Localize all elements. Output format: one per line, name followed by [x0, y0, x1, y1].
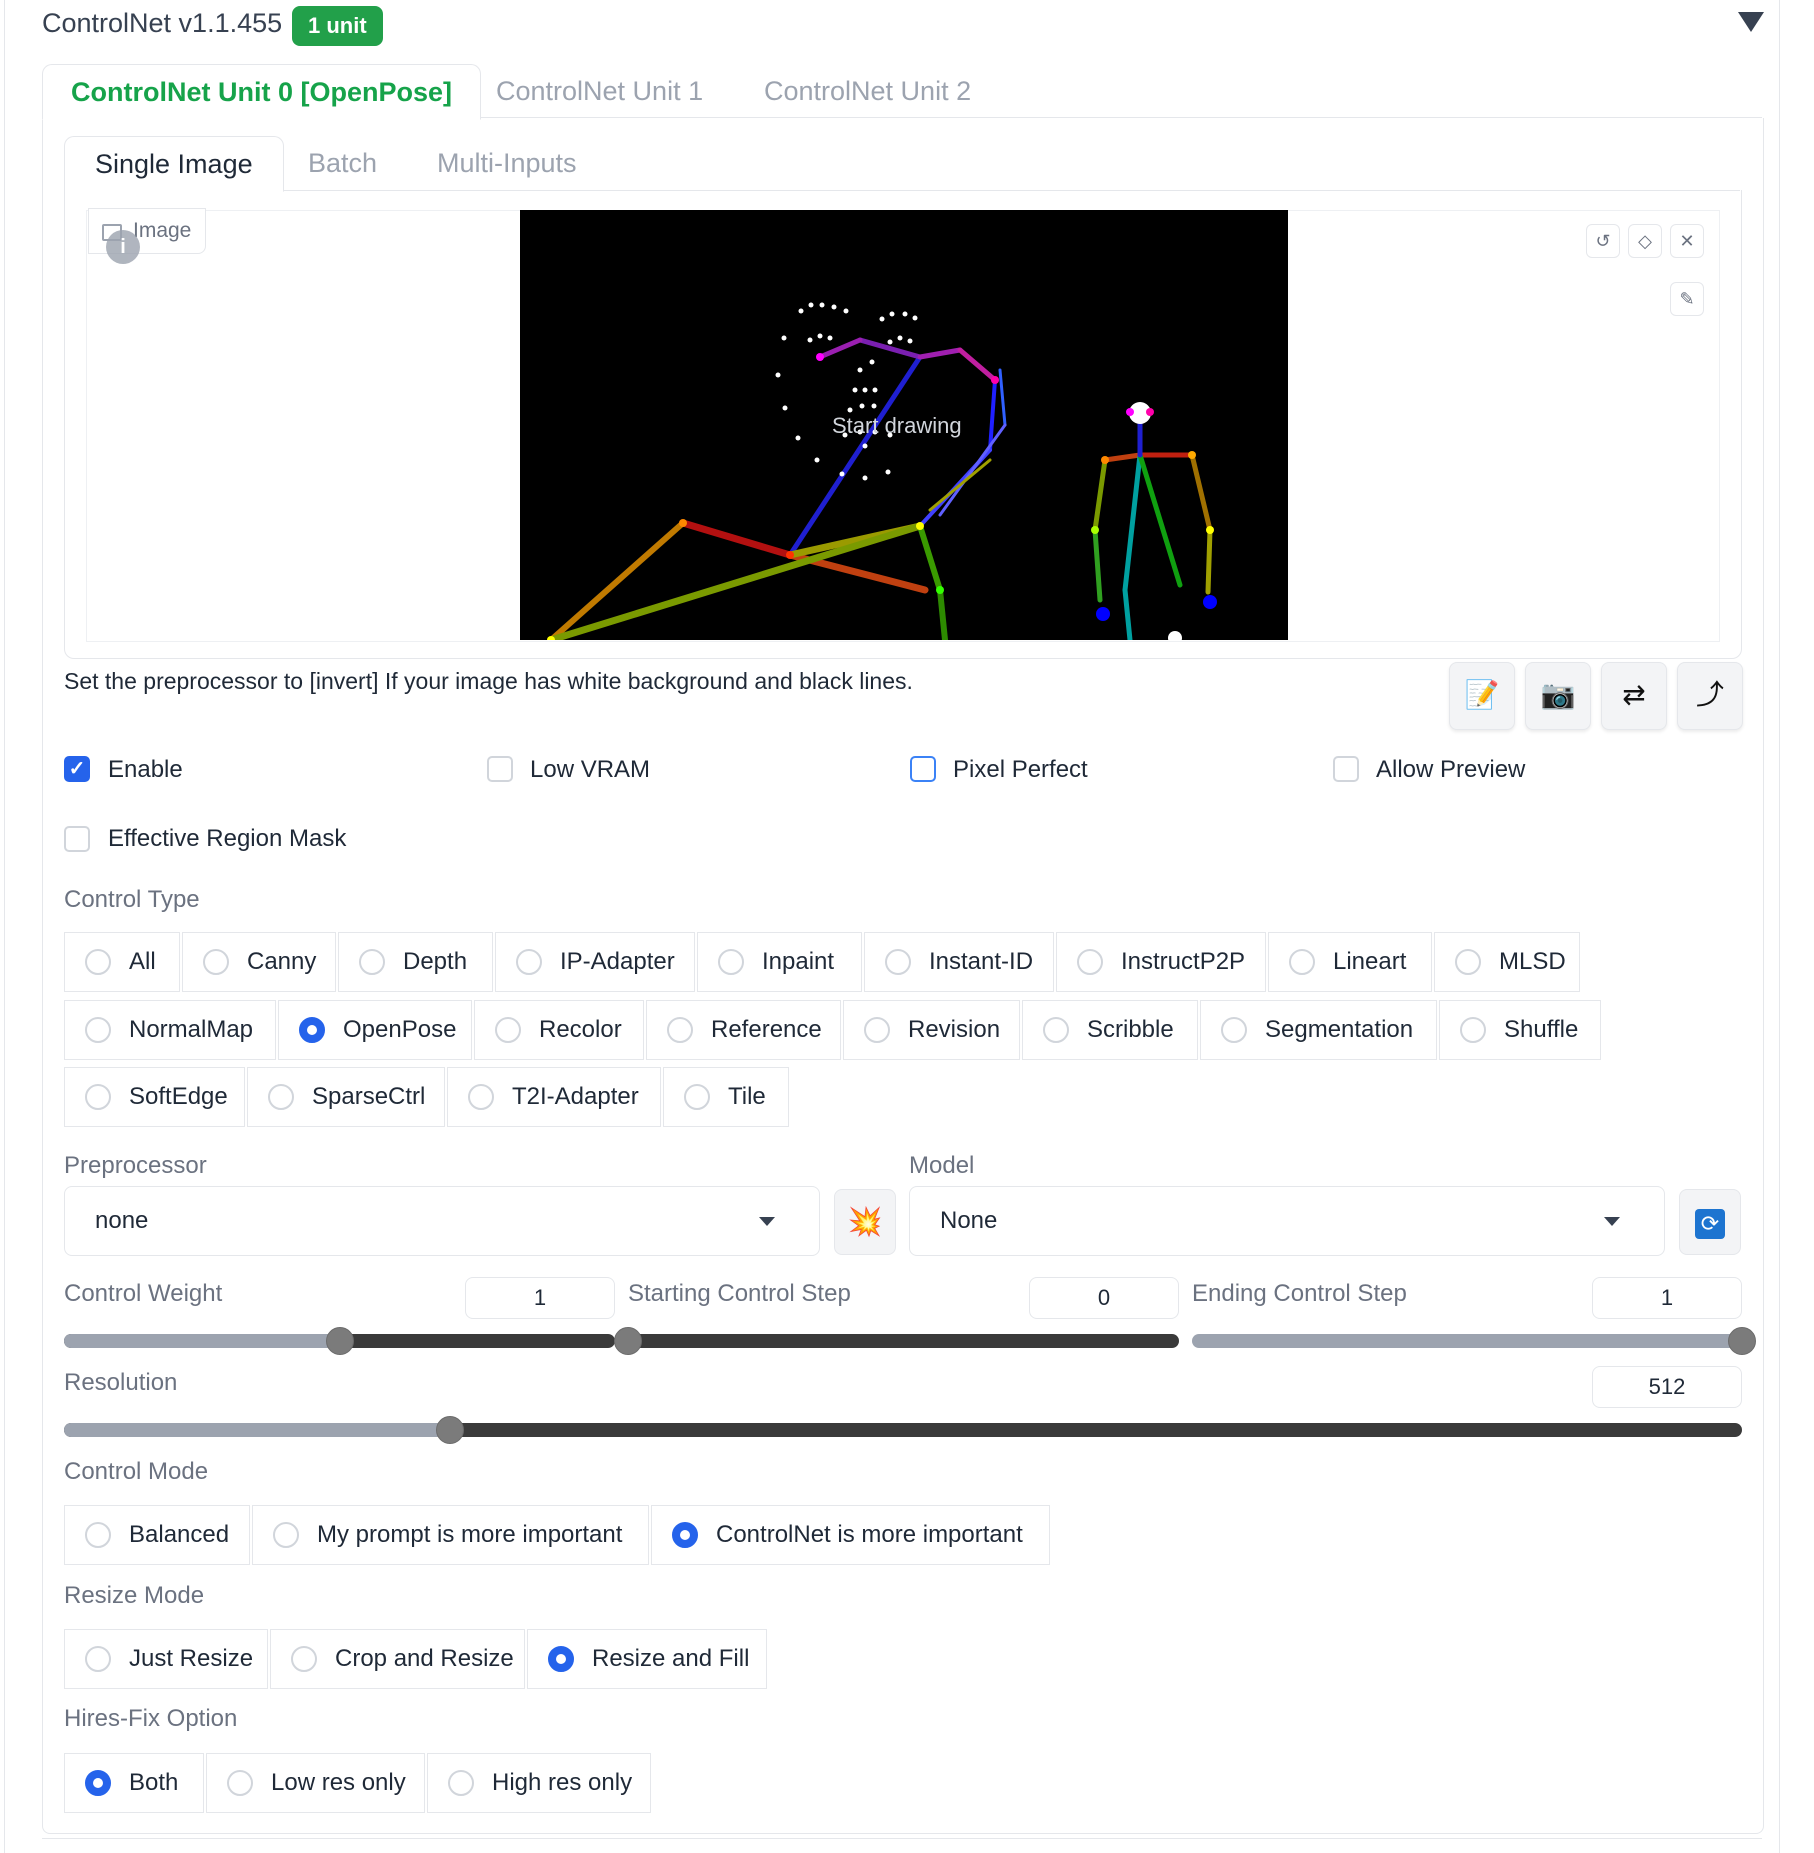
control-type-softedge[interactable]: SoftEdge	[64, 1067, 245, 1127]
tab-single-image[interactable]: Single Image	[64, 136, 284, 192]
control-type-lineart[interactable]: Lineart	[1268, 932, 1432, 992]
tab-controlnet-unit-1[interactable]: ControlNet Unit 1	[468, 64, 731, 118]
effective-region-mask-label: Effective Region Mask	[108, 825, 347, 852]
pixel-perfect-checkbox[interactable]	[910, 756, 936, 782]
collapse-arrow-icon[interactable]	[1738, 12, 1764, 32]
model-value: None	[940, 1207, 998, 1234]
control-type-label: Control Type	[64, 886, 200, 913]
control-type-instant-id[interactable]: Instant-ID	[864, 932, 1054, 992]
control-type-scribble[interactable]: Scribble	[1022, 1000, 1198, 1060]
starting-step-input[interactable]: 0	[1029, 1277, 1179, 1319]
send-dimensions-icon[interactable]: ⤴	[1677, 662, 1743, 730]
starting-step-slider[interactable]	[628, 1334, 1179, 1348]
info-icon[interactable]: i	[106, 230, 140, 264]
control-type-revision[interactable]: Revision	[843, 1000, 1020, 1060]
tab-batch[interactable]: Batch	[278, 136, 407, 190]
start-drawing-overlay: Start drawing	[832, 413, 962, 438]
refresh-models-icon[interactable]: ⟳	[1679, 1189, 1741, 1255]
accordion-title[interactable]: ControlNet v1.1.455	[42, 8, 282, 39]
tab-controlnet-unit-0[interactable]: ControlNet Unit 0 [OpenPose]	[42, 64, 482, 120]
allow-preview-checkbox[interactable]	[1333, 756, 1359, 782]
chevron-down-icon	[1604, 1217, 1620, 1226]
preprocessor-hint: Set the preprocessor to [invert] If your…	[64, 668, 913, 694]
ending-step-slider[interactable]	[1192, 1334, 1742, 1348]
control-mode-controlnet-important[interactable]: ControlNet is more important	[651, 1505, 1050, 1565]
preprocessor-value: none	[95, 1207, 149, 1234]
enable-checkbox[interactable]: ✓	[64, 756, 90, 782]
resolution-fill	[64, 1423, 450, 1437]
low-vram-label: Low VRAM	[530, 756, 651, 783]
hires-fix-label: Hires-Fix Option	[64, 1705, 238, 1732]
resolution-input[interactable]: 512	[1592, 1366, 1742, 1408]
resize-mode-label: Resize Mode	[64, 1582, 205, 1609]
resize-mode-resize-and-fill[interactable]: Resize and Fill	[527, 1629, 767, 1689]
control-type-inpaint[interactable]: Inpaint	[697, 932, 862, 992]
control-mode-balanced[interactable]: Balanced	[64, 1505, 250, 1565]
allow-preview-label: Allow Preview	[1376, 756, 1526, 783]
control-type-recolor[interactable]: Recolor	[474, 1000, 644, 1060]
undo-icon[interactable]: ↺	[1586, 224, 1620, 258]
control-type-all[interactable]: All	[64, 932, 180, 992]
resolution-thumb[interactable]	[436, 1416, 464, 1444]
chevron-down-icon	[759, 1217, 775, 1226]
hires-fix-both[interactable]: Both	[64, 1753, 204, 1813]
close-icon[interactable]: ✕	[1670, 224, 1704, 258]
control-type-shuffle[interactable]: Shuffle	[1439, 1000, 1601, 1060]
eraser-icon[interactable]: ◇	[1628, 224, 1662, 258]
ending-step-label: Ending Control Step	[1192, 1280, 1407, 1307]
control-type-canny[interactable]: Canny	[182, 932, 336, 992]
run-preprocessor-explosion-icon[interactable]: 💥	[834, 1189, 896, 1255]
model-dropdown[interactable]: None	[909, 1186, 1665, 1256]
control-type-tile[interactable]: Tile	[663, 1067, 789, 1127]
preprocessor-label: Preprocessor	[64, 1152, 207, 1179]
control-weight-thumb[interactable]	[326, 1327, 354, 1355]
pixel-perfect-label: Pixel Perfect	[953, 756, 1088, 783]
swap-icon[interactable]: ⇄	[1601, 662, 1667, 730]
control-type-openpose[interactable]: OpenPose	[278, 1000, 472, 1060]
control-type-sparsectrl[interactable]: SparseCtrl	[247, 1067, 445, 1127]
control-weight-input[interactable]: 1	[465, 1277, 615, 1319]
control-type-segmentation[interactable]: Segmentation	[1200, 1000, 1437, 1060]
preprocessor-dropdown[interactable]: none	[64, 1186, 820, 1256]
effective-region-mask-checkbox[interactable]	[64, 826, 90, 852]
control-type-depth[interactable]: Depth	[338, 932, 493, 992]
tab-multi-inputs[interactable]: Multi-Inputs	[407, 136, 607, 190]
model-label: Model	[909, 1152, 975, 1179]
ending-step-input[interactable]: 1	[1592, 1277, 1742, 1319]
control-type-ip-adapter[interactable]: IP-Adapter	[495, 932, 695, 992]
starting-step-label: Starting Control Step	[628, 1280, 851, 1307]
control-type-instructp2p[interactable]: InstructP2P	[1056, 932, 1266, 992]
control-mode-label: Control Mode	[64, 1458, 209, 1485]
resize-mode-just-resize[interactable]: Just Resize	[64, 1629, 268, 1689]
control-type-reference[interactable]: Reference	[646, 1000, 841, 1060]
control-mode-prompt-important[interactable]: My prompt is more important	[252, 1505, 649, 1565]
brush-icon[interactable]: ✎	[1670, 282, 1704, 316]
resolution-label: Resolution	[64, 1369, 178, 1396]
notepad-icon[interactable]: 📝	[1449, 662, 1515, 730]
control-type-t2i-adapter[interactable]: T2I-Adapter	[447, 1067, 661, 1127]
resize-mode-crop-and-resize[interactable]: Crop and Resize	[270, 1629, 525, 1689]
control-type-normalmap[interactable]: NormalMap	[64, 1000, 276, 1060]
tab-controlnet-unit-2[interactable]: ControlNet Unit 2	[736, 64, 999, 118]
control-weight-fill	[64, 1334, 340, 1348]
control-type-mlsd[interactable]: MLSD	[1434, 932, 1580, 992]
starting-step-thumb[interactable]	[614, 1327, 642, 1355]
enable-label: Enable	[108, 756, 183, 783]
control-weight-label: Control Weight	[64, 1280, 223, 1307]
hires-fix-low-res-only[interactable]: Low res only	[206, 1753, 425, 1813]
low-vram-checkbox[interactable]	[487, 756, 513, 782]
ending-step-thumb[interactable]	[1728, 1327, 1756, 1355]
panel-bottom-divider	[42, 1838, 1762, 1839]
unit-count-badge: 1 unit	[292, 6, 383, 46]
hires-fix-high-res-only[interactable]: High res only	[427, 1753, 651, 1813]
camera-icon[interactable]: 📷	[1525, 662, 1591, 730]
